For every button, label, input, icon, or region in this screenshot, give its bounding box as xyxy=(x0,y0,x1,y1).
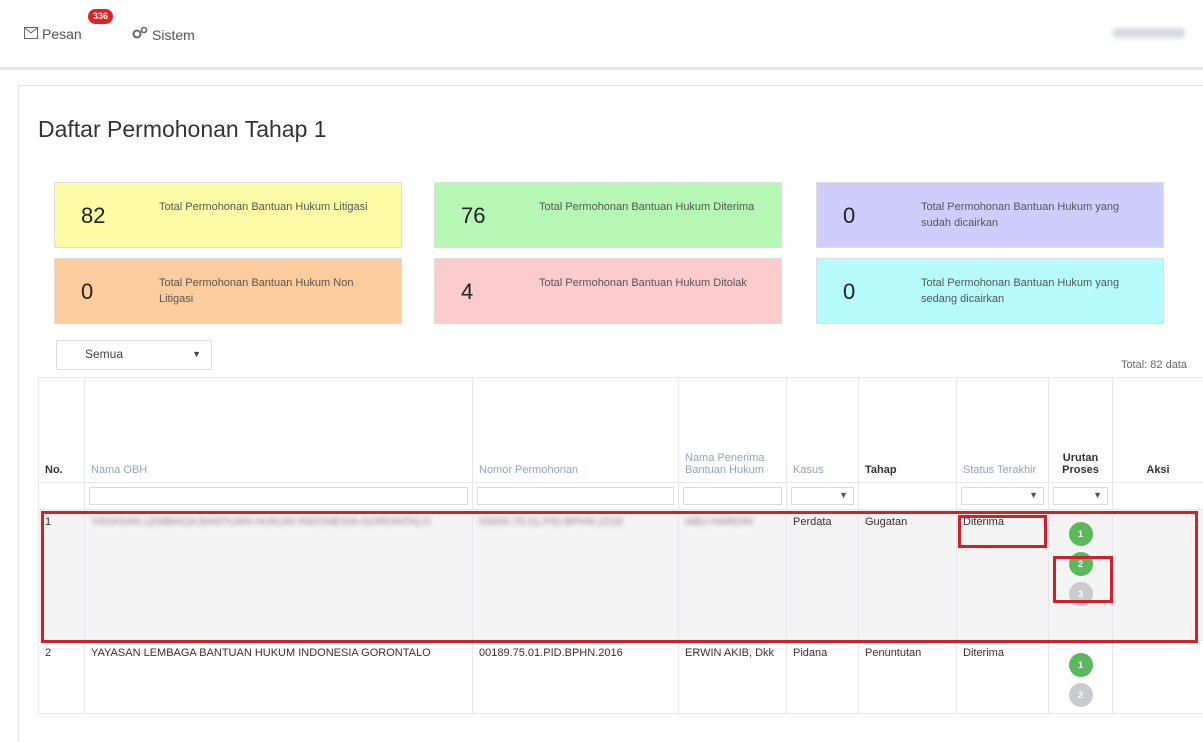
card-label: Total Permohonan Bantuan Hukum Ditolak xyxy=(539,275,769,291)
card-value: 0 xyxy=(843,279,855,305)
card-value: 76 xyxy=(461,203,485,229)
col-header-aksi: Aksi xyxy=(1113,378,1203,483)
card-label: Total Permohonan Bantuan Hukum Non Litig… xyxy=(159,275,389,307)
card-sedang-dicairkan: 0 Total Permohonan Bantuan Hukum yang se… xyxy=(816,258,1164,324)
filter-cell xyxy=(473,483,679,510)
table-header-row: No. Nama OBH Nomor Permohonan Nama Pener… xyxy=(39,378,1203,483)
card-litigasi: 82 Total Permohonan Bantuan Hukum Litiga… xyxy=(54,182,402,248)
nav-pesan-label: Pesan xyxy=(42,26,82,42)
cell-kasus: Pidana xyxy=(787,641,859,714)
filter-cell: ▼ xyxy=(1049,483,1113,510)
page-title: Daftar Permohonan Tahap 1 xyxy=(38,116,327,143)
chevron-down-icon: ▼ xyxy=(839,490,848,500)
col-header-kasus[interactable]: Kasus xyxy=(787,378,859,483)
process-step-2[interactable]: 2 xyxy=(1069,683,1093,707)
status-highlight-box xyxy=(958,515,1047,548)
cell-tahap: Penuntutan xyxy=(859,641,957,714)
card-label: Total Permohonan Bantuan Hukum yang suda… xyxy=(921,199,1151,231)
card-diterima: 76 Total Permohonan Bantuan Hukum Diteri… xyxy=(434,182,782,248)
card-value: 0 xyxy=(81,279,93,305)
col-header-status[interactable]: Status Terakhir xyxy=(957,378,1049,483)
process-step-1[interactable]: 1 xyxy=(1069,653,1093,677)
card-ditolak: 4 Total Permohonan Bantuan Hukum Ditolak xyxy=(434,258,782,324)
col-header-nomor[interactable]: Nomor Permohonan xyxy=(473,378,679,483)
gears-icon xyxy=(132,26,148,43)
total-count: Total: 82 data xyxy=(1121,359,1187,371)
filter-row: ▼ ▼ ▼ xyxy=(39,483,1203,510)
navbar-divider xyxy=(0,67,1203,70)
filter-cell xyxy=(859,483,957,510)
filter-urutan-select[interactable]: ▼ xyxy=(1053,487,1108,505)
message-count-badge: 336 xyxy=(88,9,113,24)
col-header-no: No. xyxy=(39,378,85,483)
card-value: 82 xyxy=(81,203,105,229)
cell-nomor: 00189.75.01.PID.BPHN.2016 xyxy=(473,641,679,714)
card-non-litigasi: 0 Total Permohonan Bantuan Hukum Non Lit… xyxy=(54,258,402,324)
cell-aksi xyxy=(1113,641,1203,714)
card-value: 4 xyxy=(461,279,473,305)
card-sudah-dicairkan: 0 Total Permohonan Bantuan Hukum yang su… xyxy=(816,182,1164,248)
filter-penerima-input[interactable] xyxy=(683,487,782,505)
col-header-nama-obh[interactable]: Nama OBH xyxy=(85,378,473,483)
col-header-urutan: Urutan Proses xyxy=(1049,378,1113,483)
filter-cell xyxy=(39,483,85,510)
chevron-down-icon: ▼ xyxy=(192,349,201,359)
chevron-down-icon: ▼ xyxy=(1093,490,1102,500)
cell-nama-obh: YAYASAN LEMBAGA BANTUAN HUKUM INDONESIA … xyxy=(85,641,473,714)
top-navbar: Pesan 336 Sistem xyxy=(0,0,1203,68)
filter-cell xyxy=(1113,483,1203,510)
user-menu[interactable] xyxy=(1113,28,1185,38)
filter-cell: ▼ xyxy=(957,483,1049,510)
filter-select-value: Semua xyxy=(85,347,123,361)
col-header-tahap: Tahap xyxy=(859,378,957,483)
card-label: Total Permohonan Bantuan Hukum Litigasi xyxy=(159,199,389,215)
filter-nomor-input[interactable] xyxy=(477,487,674,505)
category-filter-select[interactable]: Semua ▼ xyxy=(56,340,212,370)
card-label: Total Permohonan Bantuan Hukum Diterima xyxy=(539,199,769,215)
cell-penerima: ERWIN AKIB, Dkk xyxy=(679,641,787,714)
cell-no: 2 xyxy=(39,641,85,714)
nav-pesan[interactable]: Pesan xyxy=(24,26,82,42)
card-value: 0 xyxy=(843,203,855,229)
chevron-down-icon: ▼ xyxy=(1029,490,1038,500)
filter-cell xyxy=(85,483,473,510)
filter-nama-obh-input[interactable] xyxy=(89,487,468,505)
filter-cell: ▼ xyxy=(787,483,859,510)
card-label: Total Permohonan Bantuan Hukum yang seda… xyxy=(921,275,1151,307)
filter-status-select[interactable]: ▼ xyxy=(961,487,1044,505)
step-highlight-box xyxy=(1053,556,1113,603)
envelope-icon xyxy=(24,26,38,42)
nav-sistem[interactable]: Sistem xyxy=(132,26,195,43)
filter-cell xyxy=(679,483,787,510)
cell-status: Diterima xyxy=(957,641,1049,714)
cell-urutan: 1 2 xyxy=(1049,641,1113,714)
col-header-penerima[interactable]: Nama Penerima Bantuan Hukum xyxy=(679,378,787,483)
filter-kasus-select[interactable]: ▼ xyxy=(791,487,854,505)
table-row[interactable]: 2 YAYASAN LEMBAGA BANTUAN HUKUM INDONESI… xyxy=(39,641,1203,714)
nav-sistem-label: Sistem xyxy=(152,27,195,43)
